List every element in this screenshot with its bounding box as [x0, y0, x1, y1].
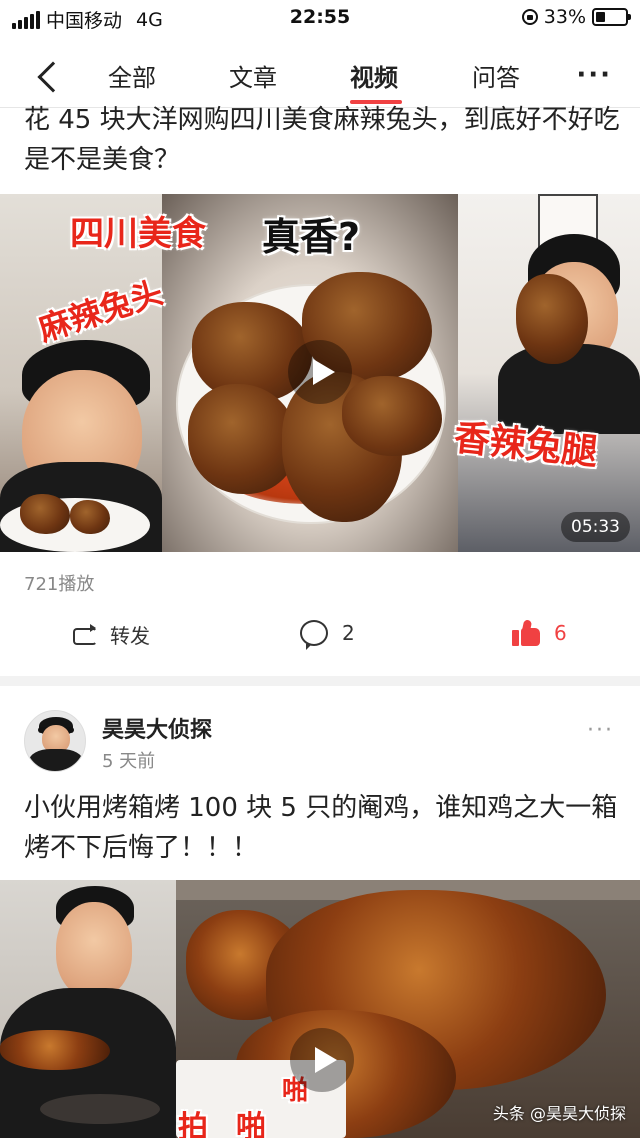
post-time: 5 天前 [102, 751, 156, 772]
battery-percent: 33% [543, 6, 586, 28]
repost-button[interactable]: 转发 [72, 620, 150, 649]
post-title[interactable]: 小伙用烤箱烤 100 块 5 只的阉鸡，谁知鸡之大一箱烤不下后悔了！！！ [24, 788, 624, 868]
thumbnail-panel-right [458, 194, 640, 552]
thumbs-up-icon [512, 619, 540, 646]
author-name[interactable]: 昊昊大侦探 [102, 712, 212, 744]
like-button[interactable]: 6 [512, 619, 567, 646]
play-icon[interactable] [290, 1028, 354, 1092]
comment-count: 2 [342, 621, 355, 645]
repost-icon [72, 623, 97, 646]
tab-qa[interactable]: 问答 [472, 58, 520, 93]
status-right: 33% [521, 6, 631, 28]
play-icon[interactable] [288, 340, 352, 404]
rotation-lock-icon [521, 9, 538, 25]
video-thumbnail[interactable]: 四川美食 真香? 麻辣兔头 香辣兔腿 05:33 [0, 194, 640, 552]
tab-videos[interactable]: 视频 [350, 58, 398, 93]
chevron-left-icon [37, 61, 69, 93]
overlay-text-pa-2: 啪 [236, 1110, 266, 1138]
video-thumbnail[interactable]: 啪 啪 拍 头条 @昊昊大侦探 [0, 880, 640, 1138]
avatar[interactable] [24, 710, 86, 772]
status-bar: 中国移动 4G 22:55 33% [0, 0, 640, 36]
watermark: 头条 @昊昊大侦探 [492, 1104, 626, 1123]
post-title[interactable]: 花 45 块大洋网购四川美食麻辣兔头，到底好不好吃是不是美食？ [24, 100, 624, 180]
thumbnail-panel-left [0, 880, 176, 1138]
overlay-text-zhenxiang: 真香? [262, 215, 361, 259]
video-duration: 05:33 [561, 512, 630, 542]
overlay-text-sichuan: 四川美食 [70, 214, 206, 254]
back-button[interactable] [14, 48, 69, 98]
more-menu-button[interactable]: ··· [576, 60, 612, 90]
post-more-button[interactable]: ··· [587, 718, 614, 743]
battery-fill [596, 12, 606, 22]
comment-icon [300, 620, 328, 650]
repost-label: 转发 [110, 624, 150, 648]
tab-navigation: 全部 文章 视频 问答 ··· [0, 40, 640, 108]
post-actions: 转发 2 6 [0, 612, 640, 662]
feed-divider [0, 676, 640, 686]
comment-button[interactable]: 2 [300, 620, 355, 650]
tab-all[interactable]: 全部 [108, 58, 156, 93]
play-count: 721播放 [24, 574, 95, 595]
like-count: 6 [554, 621, 567, 645]
tab-articles[interactable]: 文章 [229, 58, 277, 93]
overlay-text-pa-3: 拍 [178, 1110, 208, 1138]
battery-icon [592, 8, 631, 26]
